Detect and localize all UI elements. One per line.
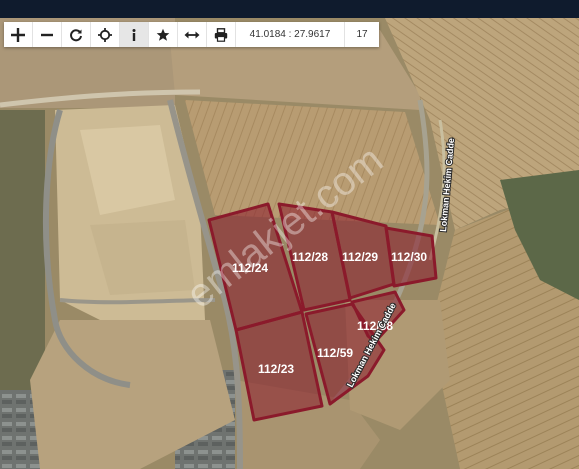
favorite-button[interactable] (149, 22, 178, 47)
star-icon (156, 28, 170, 41)
satellite-map[interactable]: 112/24 112/28 112/29 112/30 112/58 112/5… (0, 0, 579, 469)
refresh-button[interactable] (62, 22, 91, 47)
zoom-in-icon (11, 27, 25, 42)
parcel-label: 112/23 (258, 362, 294, 376)
parcel-label: 112/30 (391, 250, 427, 264)
print-button[interactable] (207, 22, 236, 47)
coordinate-readout: 41.0184 : 27.9617 (236, 22, 345, 47)
top-header-bar (0, 0, 579, 18)
parcel-label: 112/28 (292, 250, 328, 264)
vegetation (0, 110, 45, 390)
info-icon (132, 28, 136, 41)
zoom-level: 17 (345, 22, 379, 47)
zoom-out-icon (41, 33, 53, 36)
parcel-label: 112/29 (342, 250, 378, 264)
parcel-label: 112/59 (317, 346, 353, 360)
locate-button[interactable] (91, 22, 120, 47)
info-button[interactable] (120, 22, 149, 47)
refresh-icon (70, 28, 82, 41)
map-toolbar: 41.0184 : 27.9617 17 (4, 22, 379, 47)
print-icon (214, 27, 228, 42)
measure-button[interactable] (178, 22, 207, 47)
locate-icon (98, 27, 112, 42)
zoom-in-button[interactable] (4, 22, 33, 47)
measure-icon (184, 31, 200, 38)
zoom-out-button[interactable] (33, 22, 62, 47)
